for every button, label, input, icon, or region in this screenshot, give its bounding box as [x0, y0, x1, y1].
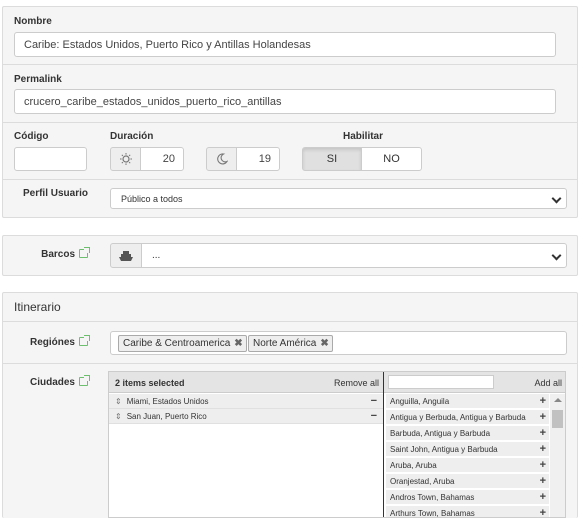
habilitar-si-toggle[interactable]: SI — [302, 147, 362, 171]
duracion-nights-input[interactable]: 19 — [236, 147, 280, 171]
available-item-label: Aruba, Aruba — [390, 460, 437, 470]
available-item-label: Arthurs Town, Bahamas — [390, 508, 475, 518]
days-value: 20 — [162, 153, 175, 165]
nombre-label: Nombre — [14, 16, 52, 27]
region-tag: Caribe & Centroamerica ✖ — [118, 335, 247, 352]
external-link-icon[interactable] — [79, 335, 90, 346]
scrollbar-thumb[interactable] — [552, 410, 563, 428]
available-item[interactable]: Oranjestad, Aruba + — [386, 474, 549, 489]
available-item[interactable]: Aruba, Aruba + — [386, 458, 549, 473]
plus-icon[interactable]: + — [540, 507, 546, 517]
barcos-label-text: Barcos — [41, 249, 75, 260]
available-item[interactable]: Barbuda, Antigua y Barbuda + — [386, 426, 549, 441]
duracion-label: Duración — [110, 131, 154, 142]
minus-icon[interactable]: − — [371, 410, 377, 422]
permalink-label: Permalink — [14, 74, 62, 85]
selected-item[interactable]: ⇕ Miami, Estados Unidos − — [109, 394, 383, 409]
selected-item-label: Miami, Estados Unidos — [126, 396, 209, 406]
available-item-label: Saint John, Antigua y Barbuda — [390, 444, 498, 454]
close-icon[interactable]: ✖ — [320, 338, 328, 349]
plus-icon[interactable]: + — [540, 411, 546, 423]
plus-icon[interactable]: + — [540, 459, 546, 471]
nights-value: 19 — [258, 153, 271, 165]
available-item-label: Anguilla, Anguila — [390, 396, 450, 406]
perfil-label: Perfil Usuario — [22, 188, 88, 199]
sun-icon — [110, 147, 141, 171]
plus-icon[interactable]: + — [540, 395, 546, 407]
ciudades-multiselect: 2 items selected Remove all Add all ⇕ Mi… — [108, 371, 566, 518]
plus-icon[interactable]: + — [540, 443, 546, 455]
plus-icon[interactable]: + — [540, 491, 546, 503]
selected-count: 2 items selected — [115, 378, 185, 388]
available-item[interactable]: Arthurs Town, Bahamas + — [386, 506, 549, 518]
divider — [3, 122, 577, 123]
close-icon[interactable]: ✖ — [234, 338, 242, 349]
add-all-link[interactable]: Add all — [534, 378, 562, 388]
ciudades-label: Ciudades — [14, 375, 90, 388]
barcos-panel: Barcos ... — [2, 235, 578, 276]
barcos-select[interactable]: ... — [141, 243, 567, 268]
drag-handle-icon[interactable]: ⇕ — [115, 397, 122, 406]
available-item[interactable]: Andros Town, Bahamas + — [386, 490, 549, 505]
available-item[interactable]: Saint John, Antigua y Barbuda + — [386, 442, 549, 457]
selected-item[interactable]: ⇕ San Juan, Puerto Rico − — [109, 409, 383, 424]
external-link-icon[interactable] — [79, 247, 90, 258]
available-item-label: Oranjestad, Aruba — [390, 476, 455, 486]
selected-header: 2 items selected Remove all — [109, 372, 383, 393]
divider — [3, 321, 577, 322]
habilitar-no-toggle[interactable]: NO — [361, 147, 422, 171]
divider — [3, 179, 577, 180]
scrollbar[interactable] — [550, 394, 565, 517]
external-link-icon[interactable] — [79, 375, 90, 386]
scroll-up-icon[interactable] — [554, 398, 562, 402]
ship-icon — [110, 243, 142, 268]
plus-icon[interactable]: + — [540, 427, 546, 439]
plus-icon[interactable]: + — [540, 475, 546, 487]
itinerario-title: Itinerario — [14, 300, 61, 314]
general-panel: Nombre Caribe: Estados Unidos, Puerto Ri… — [2, 6, 578, 218]
barcos-label: Barcos — [14, 247, 90, 260]
available-item[interactable]: Anguilla, Anguila + — [386, 394, 549, 409]
regiones-label-text: Regiónes — [29, 337, 75, 348]
available-header: Add all — [384, 372, 565, 393]
region-tag: Norte América ✖ — [248, 335, 333, 352]
divider — [383, 372, 384, 517]
available-item-label: Andros Town, Bahamas — [390, 492, 475, 502]
minus-icon[interactable]: − — [371, 395, 377, 407]
chevron-down-icon — [551, 250, 562, 260]
permalink-input[interactable]: crucero_caribe_estados_unidos_puerto_ric… — [14, 89, 556, 114]
drag-handle-icon[interactable]: ⇕ — [115, 412, 122, 421]
ciudades-label-text: Ciudades — [29, 377, 75, 388]
habilitar-label: Habilitar — [343, 131, 384, 142]
codigo-label: Código — [14, 131, 49, 142]
available-item-label: Antigua y Berbuda, Antigua y Barbuda — [390, 412, 526, 422]
search-input[interactable] — [388, 375, 494, 389]
available-item-label: Barbuda, Antigua y Barbuda — [390, 428, 491, 438]
divider — [3, 64, 577, 65]
selected-item-label: San Juan, Puerto Rico — [126, 411, 207, 421]
nombre-input[interactable]: Caribe: Estados Unidos, Puerto Rico y An… — [14, 32, 556, 57]
regiones-tag-input[interactable]: Caribe & Centroamerica ✖ Norte América ✖ — [110, 331, 567, 355]
perfil-select[interactable]: Público a todos — [110, 188, 567, 209]
region-tag-label: Caribe & Centroamerica — [123, 338, 231, 349]
barcos-value: ... — [152, 250, 161, 261]
chevron-down-icon — [551, 193, 562, 203]
duracion-days-input[interactable]: 20 — [140, 147, 184, 171]
moon-icon — [206, 147, 237, 171]
regiones-label: Regiónes — [14, 335, 90, 348]
remove-all-link[interactable]: Remove all — [334, 378, 379, 388]
region-tag-label: Norte América — [253, 338, 317, 349]
perfil-value: Público a todos — [121, 193, 183, 204]
available-item[interactable]: Antigua y Berbuda, Antigua y Barbuda + — [386, 410, 549, 425]
codigo-input[interactable] — [14, 147, 87, 171]
divider — [3, 363, 577, 364]
